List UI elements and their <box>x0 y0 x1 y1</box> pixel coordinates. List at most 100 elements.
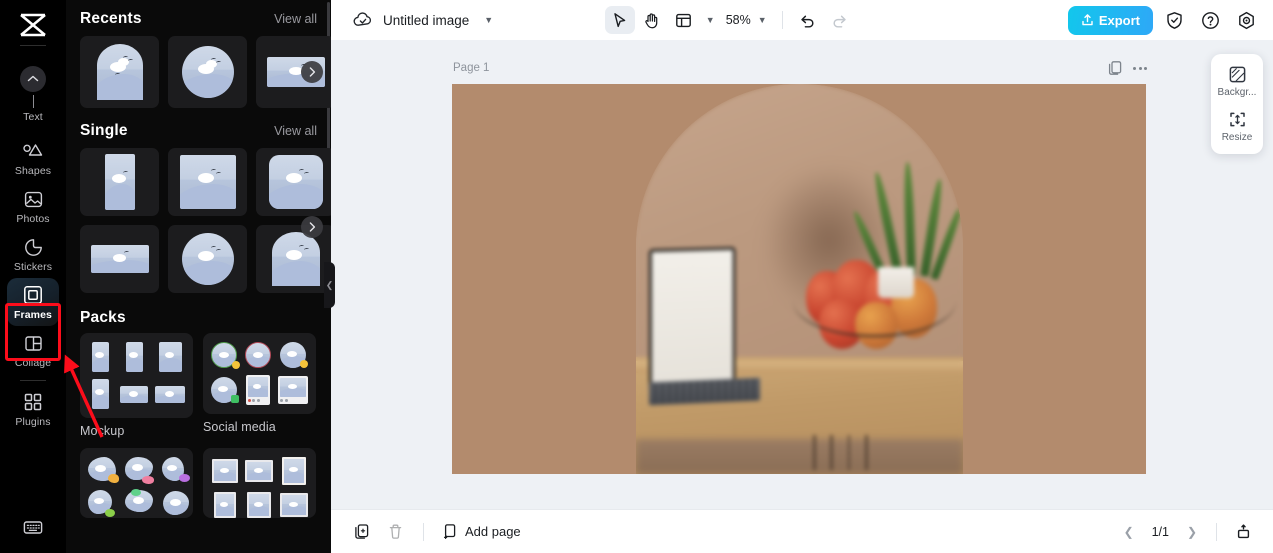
sidebar-item-frames[interactable]: Frames <box>7 278 59 326</box>
duplicate-button[interactable] <box>347 518 375 546</box>
frame-thumbnail[interactable] <box>256 148 331 216</box>
sidebar-item-plugins[interactable]: Plugins <box>7 385 59 433</box>
toolbar-tools-group: ▼ 58% ▼ <box>604 6 855 34</box>
zoom-level-value[interactable]: 58% <box>726 13 751 27</box>
main-area: Untitled image ▼ ▼ 58% ▼ Export Page 1 B… <box>331 0 1273 553</box>
frames-panel: Recents View all Single View all Packs M… <box>66 0 331 553</box>
more-options-icon[interactable] <box>1133 66 1147 70</box>
sidebar-item-stickers[interactable]: Stickers <box>7 230 59 278</box>
pack-item[interactable]: Social media <box>203 333 316 438</box>
resize-label: Resize <box>1221 132 1253 143</box>
layout-chevron-down-icon[interactable]: ▼ <box>701 15 720 25</box>
sidebar-item-collage[interactable]: Collage <box>7 326 59 374</box>
pack-label: Social media <box>203 420 276 434</box>
keyboard-icon <box>22 516 44 538</box>
chevron-left-icon: ❮ <box>325 279 334 290</box>
bottom-right-divider <box>1216 522 1217 541</box>
packs-grid: Mockup Social media <box>80 333 317 518</box>
undo-button[interactable] <box>793 6 823 34</box>
single-next-arrow[interactable] <box>301 216 323 238</box>
pack-item[interactable] <box>203 448 316 518</box>
stickers-icon <box>22 236 44 258</box>
page-header-actions <box>1107 60 1147 76</box>
recents-next-arrow[interactable] <box>301 61 323 83</box>
zoom-chevron-down-icon[interactable]: ▼ <box>753 15 772 25</box>
frame-thumbnail[interactable] <box>168 225 247 293</box>
frame-thumbnail[interactable] <box>80 148 159 216</box>
pack-label: Mockup <box>80 424 125 438</box>
sidebar-item-label: Stickers <box>13 261 53 273</box>
frame-thumbnail[interactable] <box>256 225 331 293</box>
recents-thumbnails <box>80 36 331 108</box>
duplicate-page-icon[interactable] <box>1107 60 1123 76</box>
redo-button[interactable] <box>825 6 855 34</box>
resize-button[interactable]: Resize <box>1211 107 1263 146</box>
sidebar-item-text[interactable]: Text <box>7 60 59 128</box>
bottom-divider <box>423 522 424 541</box>
text-stem <box>32 95 34 108</box>
sidebar-item-label: Collage <box>14 357 52 369</box>
toolbar-right-group: Export <box>1067 5 1261 35</box>
sidebar-item-photos[interactable]: Photos <box>7 182 59 230</box>
pack-thumbnail-photo-frames[interactable] <box>203 448 316 518</box>
rail-divider-bottom <box>20 380 46 381</box>
arch-framed-photo[interactable] <box>636 84 963 474</box>
toolbar-left-group: Untitled image ▼ <box>343 12 498 28</box>
upload-icon <box>1081 13 1094 27</box>
section-title: Single <box>80 122 128 139</box>
sidebar-item-label: Photos <box>16 213 50 225</box>
keyboard-shortcuts-button[interactable] <box>7 510 59 543</box>
settings-icon[interactable] <box>1231 5 1261 35</box>
frame-thumbnail[interactable] <box>80 36 159 108</box>
sidebar-item-shapes[interactable]: Shapes <box>7 134 59 182</box>
section-header-packs: Packs <box>80 297 317 333</box>
background-button[interactable]: Backgr... <box>1211 62 1263 101</box>
app-root: Text Shapes Photos Stickers Frames Colla… <box>0 0 1273 553</box>
page-count-label: 1/1 <box>1151 524 1169 539</box>
capcut-logo-icon[interactable] <box>13 8 53 42</box>
frames-icon <box>22 284 44 306</box>
pack-thumbnail-social-media[interactable] <box>203 333 316 414</box>
add-page-button[interactable]: Add page <box>438 523 525 540</box>
next-page-button[interactable]: ❯ <box>1180 520 1204 544</box>
collage-icon <box>22 332 44 354</box>
page-header: Page 1 <box>453 60 1147 76</box>
canvas-area[interactable]: Page 1 Backgr... Resize <box>331 40 1273 509</box>
photo-floor <box>636 438 963 474</box>
top-toolbar: Untitled image ▼ ▼ 58% ▼ Export <box>331 0 1273 40</box>
toolbar-divider <box>781 11 783 29</box>
resize-icon <box>1228 110 1247 129</box>
export-button[interactable]: Export <box>1067 5 1153 35</box>
pack-item[interactable] <box>80 448 193 518</box>
view-all-recents[interactable]: View all <box>274 12 317 26</box>
panel-collapse-handle[interactable]: ❮ <box>324 262 335 308</box>
pack-thumbnail-blobs[interactable] <box>80 448 193 518</box>
plugins-icon <box>22 391 44 413</box>
frame-thumbnail[interactable] <box>80 225 159 293</box>
layout-tool-button[interactable] <box>669 6 699 34</box>
page-label: Page 1 <box>453 62 490 74</box>
view-all-single[interactable]: View all <box>274 124 317 138</box>
panel-toggle-button[interactable] <box>1229 518 1257 546</box>
frame-thumbnail[interactable] <box>168 36 247 108</box>
artboard[interactable] <box>452 84 1146 474</box>
pack-item[interactable]: Mockup <box>80 333 193 438</box>
prev-page-button[interactable]: ❮ <box>1117 520 1141 544</box>
sidebar-item-label: Text <box>23 111 43 123</box>
photo-chair <box>806 435 878 471</box>
left-icon-rail: Text Shapes Photos Stickers Frames Colla… <box>0 0 66 553</box>
cloud-saved-icon[interactable] <box>353 12 373 28</box>
chevron-down-icon[interactable]: ▼ <box>479 15 498 25</box>
pack-thumbnail-mockup[interactable] <box>80 333 193 418</box>
section-header-single: Single View all <box>80 108 317 148</box>
help-circle-icon[interactable] <box>1195 5 1225 35</box>
frame-thumbnail[interactable] <box>168 148 247 216</box>
hand-tool-button[interactable] <box>637 6 667 34</box>
shield-check-icon[interactable] <box>1159 5 1189 35</box>
page-navigation: ❮ 1/1 ❯ <box>1117 518 1257 546</box>
photos-icon <box>22 188 44 210</box>
single-thumbnails <box>80 148 331 293</box>
select-tool-button[interactable] <box>604 6 635 34</box>
delete-button[interactable] <box>381 518 409 546</box>
document-title[interactable]: Untitled image <box>383 13 469 28</box>
